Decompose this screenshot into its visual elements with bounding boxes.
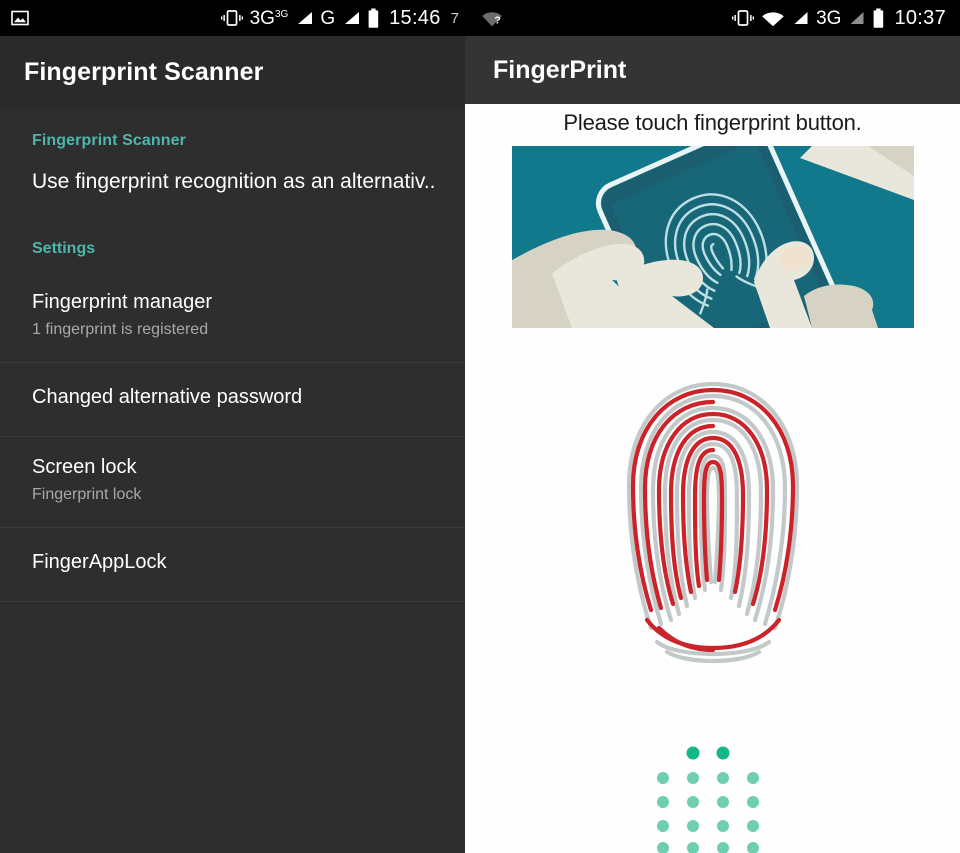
right-status-notifications: ?: [481, 8, 732, 28]
svg-text:?: ?: [494, 15, 500, 27]
network-g-label: G: [320, 7, 336, 29]
network-3g-sup: 3G: [274, 8, 289, 20]
left-status-bar: 3G 3G G 15:46 7: [0, 0, 465, 36]
fingerprint-scan-graphic[interactable]: [465, 376, 960, 676]
network-3g-label: 3G: [816, 7, 842, 29]
left-app-bar: Fingerprint Scanner: [0, 36, 465, 108]
signal-bars-icon: [295, 8, 313, 28]
section-header-settings: Settings: [32, 240, 96, 257]
list-item-title: Changed alternative password: [32, 386, 303, 408]
list-item-title: FingerAppLock: [32, 551, 167, 573]
list-item-screen-lock[interactable]: Screen lock Fingerprint lock: [0, 437, 465, 528]
list-item-changed-alternative-password[interactable]: Changed alternative password: [0, 363, 465, 437]
list-item-subtitle: 1 fingerprint is registered: [32, 321, 209, 338]
list-item-title: Fingerprint manager: [32, 291, 213, 313]
left-screen: 3G 3G G 15:46 7 Fingerprint Scanner Fing…: [0, 0, 465, 853]
banner-svg: [511, 146, 914, 328]
signal-bars-secondary-icon: [342, 8, 360, 28]
right-screen: ? 3G 10:37 FingerPrint Please touch fing…: [465, 0, 960, 853]
list-item-fingerapplock[interactable]: FingerAppLock: [0, 528, 465, 602]
battery-icon: [367, 8, 380, 29]
signal-bars-icon: [792, 8, 809, 28]
left-page-title: Fingerprint Scanner: [24, 57, 264, 86]
fingerprint-phone-illustration: [511, 146, 914, 328]
wifi-icon: [761, 8, 785, 28]
settings-list: Fingerprint manager 1 fingerprint is reg…: [0, 272, 465, 602]
battery-icon: [872, 8, 885, 29]
image-icon: [10, 8, 30, 28]
right-page-title: FingerPrint: [493, 55, 627, 84]
vibrate-icon: [732, 8, 755, 28]
instruction-text: Please touch fingerprint button.: [563, 110, 862, 135]
left-status-icons: 3G 3G G 15:46 7: [220, 7, 459, 29]
left-settings-body: Fingerprint Scanner Use fingerprint reco…: [0, 108, 465, 853]
right-status-bar: ? 3G 10:37: [465, 0, 960, 36]
clock-right: 10:37: [894, 7, 946, 29]
wifi-question-icon: ?: [481, 8, 507, 28]
left-status-notifications: [10, 8, 221, 28]
right-content-body: Please touch fingerprint button.: [465, 104, 960, 853]
network-type-3g: 3G 3G: [250, 9, 289, 28]
network-3g-label: 3G: [249, 7, 275, 29]
list-item-title: Screen lock: [32, 456, 137, 478]
fingerprint-svg: [626, 381, 799, 664]
section-description: Use fingerprint recognition as an altern…: [32, 170, 436, 193]
right-status-icons: 3G 10:37: [732, 8, 946, 29]
dual-screenshot-composite: 3G 3G G 15:46 7 Fingerprint Scanner Fing…: [0, 0, 960, 853]
list-item-fingerprint-manager[interactable]: Fingerprint manager 1 fingerprint is reg…: [0, 272, 465, 363]
vibrate-icon: [220, 8, 243, 28]
signal-bars-secondary-icon: [848, 8, 865, 28]
dot-grid-keypad[interactable]: [465, 743, 960, 853]
clock-left: 15:46: [389, 7, 441, 29]
section-header-fingerprint-scanner: Fingerprint Scanner: [32, 132, 186, 149]
right-app-bar: FingerPrint: [465, 36, 960, 104]
dot-grid-svg: [656, 746, 759, 853]
list-item-subtitle: Fingerprint lock: [32, 486, 142, 503]
partial-clock-bleed: 7: [450, 9, 459, 27]
